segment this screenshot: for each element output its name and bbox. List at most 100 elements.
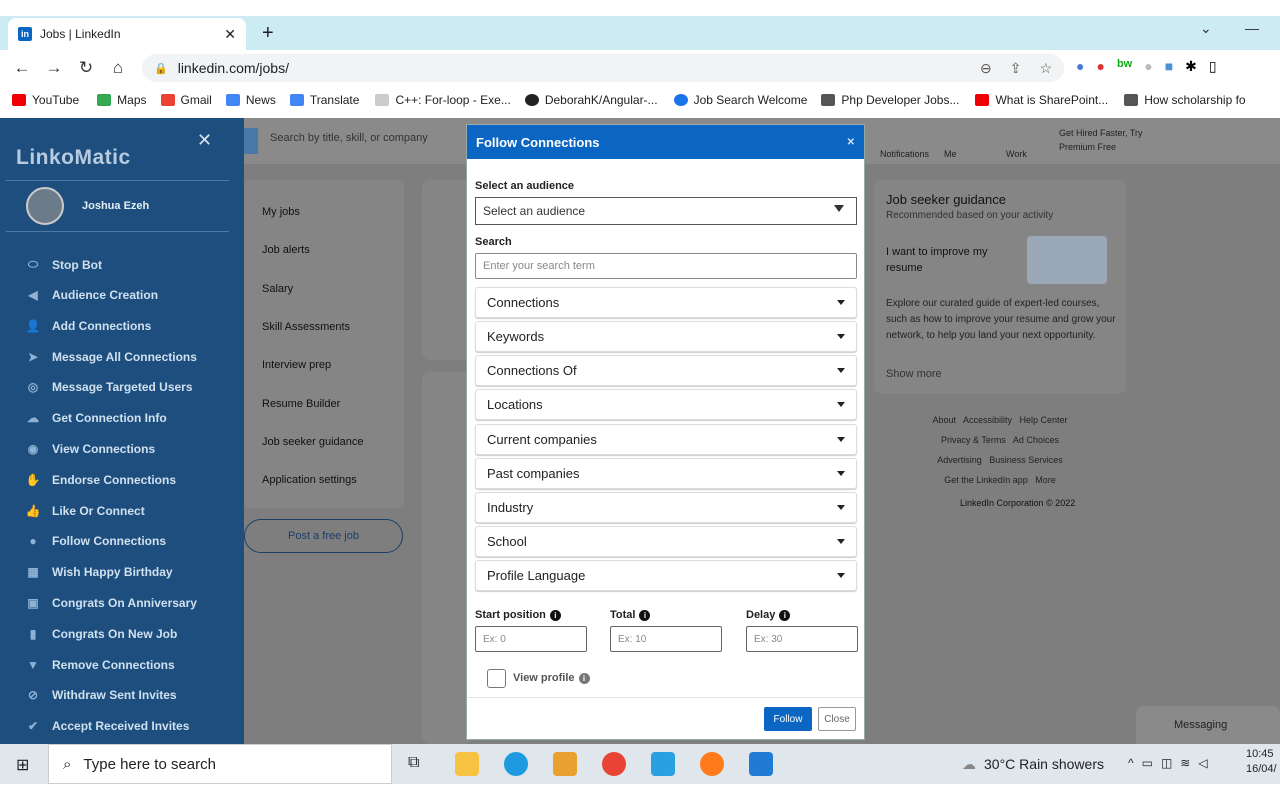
bookmark-item[interactable]: Maps: [97, 93, 147, 107]
filter-locations[interactable]: Locations: [475, 389, 857, 420]
menu-skill-assessments[interactable]: Skill Assessments: [262, 321, 350, 333]
footer-link[interactable]: Get the LinkedIn app: [944, 475, 1028, 485]
sidebar-item-stop-bot[interactable]: ⬭ Stop Bot: [24, 257, 102, 272]
bookmark-item[interactable]: Php Developer Jobs...: [821, 93, 959, 107]
extension-icon[interactable]: ■: [1165, 58, 1173, 75]
sidebar-item-like-or-connect[interactable]: 👍 Like Or Connect: [24, 504, 145, 518]
extension-icon[interactable]: ●: [1096, 58, 1104, 75]
menu-salary[interactable]: Salary: [262, 283, 293, 295]
taskbar-clock[interactable]: 10:45 16/04/: [1246, 747, 1277, 777]
footer-link[interactable]: Privacy & Terms: [941, 435, 1006, 445]
sidebar-item-endorse[interactable]: ✋ Endorse Connections: [24, 473, 177, 487]
show-more-link[interactable]: Show more: [886, 368, 942, 380]
close-modal-icon[interactable]: ✕: [847, 137, 855, 148]
premium-link[interactable]: Get Hired Faster, Try Premium Free: [1059, 126, 1149, 154]
bookmark-item[interactable]: Translate: [289, 93, 359, 107]
audience-select[interactable]: Select an audience: [475, 197, 857, 225]
home-icon[interactable]: ⌂: [102, 58, 134, 78]
bookmark-item[interactable]: How scholarship fo: [1124, 93, 1246, 107]
filter-keywords[interactable]: Keywords: [475, 321, 857, 352]
extension-icon[interactable]: ●: [1144, 58, 1152, 75]
reload-icon[interactable]: ↻: [70, 58, 102, 78]
footer-link[interactable]: About: [932, 415, 956, 425]
menu-job-seeker-guidance[interactable]: Job seeker guidance: [262, 436, 364, 448]
footer-link[interactable]: Ad Choices: [1013, 435, 1059, 445]
footer-link[interactable]: Accessibility: [963, 415, 1012, 425]
filter-connections-of[interactable]: Connections Of: [475, 355, 857, 386]
bookmark-item[interactable]: News: [225, 93, 276, 107]
filter-profile-language[interactable]: Profile Language: [475, 560, 857, 591]
sidebar-item-remove-connections[interactable]: ▼ Remove Connections: [24, 658, 175, 672]
tab-search-icon[interactable]: ⌄: [1200, 20, 1212, 37]
minimize-icon[interactable]: —: [1245, 20, 1259, 36]
sidepanel-icon[interactable]: ▯: [1209, 58, 1217, 75]
total-input[interactable]: Ex: 10: [610, 626, 722, 652]
bookmark-item[interactable]: DeborahK/Angular-...: [524, 93, 658, 107]
info-icon[interactable]: i: [639, 609, 651, 621]
info-icon[interactable]: i: [549, 609, 561, 621]
sidebar-item-view-connections[interactable]: ◉ View Connections: [24, 442, 155, 456]
sidebar-item-accept-invites[interactable]: ✔ Accept Received Invites: [24, 719, 189, 733]
new-tab-icon[interactable]: +: [262, 22, 274, 45]
menu-job-alerts[interactable]: Job alerts: [262, 244, 310, 256]
sidebar-item-congrats-new-job[interactable]: ▮ Congrats On New Job: [24, 627, 178, 641]
post-job-button[interactable]: Post a free job: [244, 519, 403, 553]
firefox-icon[interactable]: [700, 752, 724, 776]
bookmark-item[interactable]: What is SharePoint...: [975, 93, 1108, 107]
nav-work[interactable]: Work: [1006, 149, 1027, 159]
close-sidebar-icon[interactable]: ✕: [197, 130, 212, 151]
close-tab-icon[interactable]: ✕: [224, 26, 236, 43]
footer-link[interactable]: Help Center: [1020, 415, 1068, 425]
skype-icon[interactable]: [651, 752, 675, 776]
share-icon[interactable]: ⇪: [1010, 60, 1022, 77]
view-profile-checkbox[interactable]: [487, 669, 506, 688]
vscode-icon[interactable]: [749, 752, 773, 776]
filter-current-companies[interactable]: Current companies: [475, 424, 857, 455]
menu-interview-prep[interactable]: Interview prep: [262, 359, 331, 371]
sidebar-item-audience-creation[interactable]: ◀ Audience Creation: [24, 288, 158, 302]
info-icon[interactable]: i: [578, 672, 590, 684]
system-tray-icons[interactable]: ^▭◫≋◁: [1128, 756, 1216, 770]
messaging-bar[interactable]: Messaging: [1136, 706, 1280, 744]
sidebar-item-congrats-anniversary[interactable]: ▣ Congrats On Anniversary: [24, 596, 197, 610]
footer-link[interactable]: Business Services: [989, 455, 1063, 465]
sidebar-item-message-targeted[interactable]: ◎ Message Targeted Users: [24, 380, 193, 394]
menu-application-settings[interactable]: Application settings: [262, 474, 357, 486]
filter-school[interactable]: School: [475, 526, 857, 557]
filter-past-companies[interactable]: Past companies: [475, 458, 857, 489]
star-icon[interactable]: ☆: [1039, 60, 1052, 77]
bookmark-item[interactable]: Gmail: [160, 93, 212, 107]
filter-industry[interactable]: Industry: [475, 492, 857, 523]
sidebar-item-message-all[interactable]: ➤ Message All Connections: [24, 350, 197, 364]
nav-me[interactable]: Me: [944, 149, 957, 159]
browser-tab[interactable]: in Jobs | LinkedIn ✕: [8, 18, 246, 50]
extension-icon[interactable]: ●: [1076, 58, 1084, 75]
bookmark-item[interactable]: C++: For-loop - Exe...: [375, 93, 511, 107]
guidance-card-text[interactable]: I want to improve my resume: [886, 244, 1016, 276]
linkedin-search-input[interactable]: Search by title, skill, or company: [270, 132, 428, 144]
footer-link[interactable]: Advertising: [937, 455, 982, 465]
file-explorer-icon[interactable]: [455, 752, 479, 776]
sublime-icon[interactable]: [553, 752, 577, 776]
address-bar[interactable]: 🔒 linkedin.com/jobs/ ⊖ ⇪ ☆: [142, 54, 1064, 82]
bookmark-item[interactable]: YouTube: [12, 93, 79, 107]
close-button[interactable]: Close: [818, 707, 856, 731]
info-icon[interactable]: i: [779, 609, 791, 621]
sidebar-item-withdraw-invites[interactable]: ⊘ Withdraw Sent Invites: [24, 688, 177, 702]
back-icon[interactable]: ←: [6, 58, 38, 78]
sidebar-item-wish-birthday[interactable]: ▦ Wish Happy Birthday: [24, 565, 172, 579]
start-position-input[interactable]: Ex: 0: [475, 626, 587, 652]
taskbar-search-input[interactable]: ⌕ Type here to search: [48, 744, 392, 784]
menu-resume-builder[interactable]: Resume Builder: [262, 398, 340, 410]
task-view-icon[interactable]: ⧉: [408, 754, 419, 772]
filter-connections[interactable]: Connections: [475, 287, 857, 318]
zoom-icon[interactable]: ⊖: [980, 60, 992, 77]
nav-notifications[interactable]: Notifications: [880, 149, 929, 159]
search-input[interactable]: Enter your search term: [475, 253, 857, 279]
windows-start-icon[interactable]: ⊞: [16, 755, 29, 775]
edge-icon[interactable]: [504, 752, 528, 776]
chrome-icon[interactable]: [602, 752, 626, 776]
menu-my-jobs[interactable]: My jobs: [262, 206, 300, 218]
forward-icon[interactable]: →: [38, 58, 70, 78]
bookmark-item[interactable]: Job Search Welcome: [673, 93, 807, 107]
